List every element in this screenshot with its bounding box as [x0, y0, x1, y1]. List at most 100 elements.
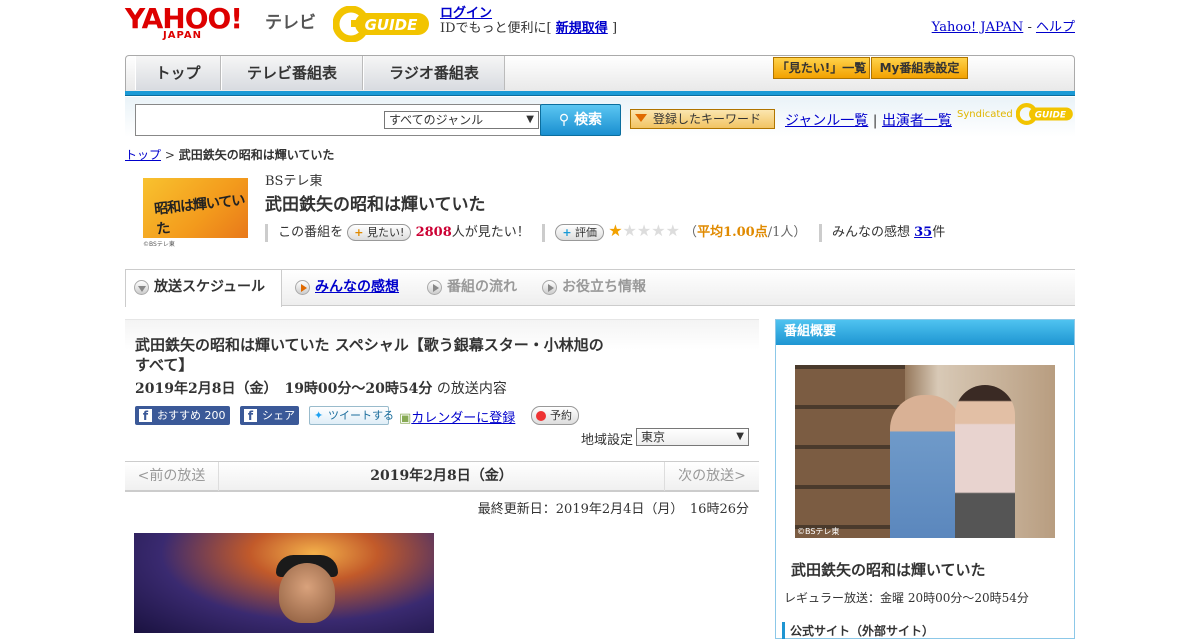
mitai-button[interactable]: + 見たい!	[347, 224, 412, 241]
thumbnail-caption: ©BSテレ東	[143, 241, 175, 248]
my-bangumi-button[interactable]: My番組表設定	[871, 57, 968, 79]
tab-useful-info-label: お役立ち情報	[562, 279, 646, 295]
reserve-label: 予約	[550, 409, 572, 422]
avg-open: （	[684, 225, 698, 240]
photo-bookshelf	[795, 365, 905, 538]
episode-title: 武田鉄矢の昭和は輝いていた スペシャル【歌う銀幕スター・小林旭のすべて】	[135, 336, 604, 374]
photo-face	[279, 563, 335, 623]
play-icon	[295, 280, 310, 295]
rating-stars: ★★★★★	[608, 221, 680, 240]
triangle-down-icon	[635, 114, 647, 122]
photo-cohost	[955, 385, 1015, 538]
site-header: YAHOO! JAPAN テレビ GUIDE ログイン IDでもっと便利に[ 新…	[125, 0, 1075, 52]
tab-schedule[interactable]: 放送スケジュール	[125, 270, 282, 307]
this-program-label: この番組を	[278, 225, 344, 240]
sidebar-photo-caption: ©BSテレ東	[797, 527, 840, 536]
tweet-button[interactable]: ✦ ツイートする	[309, 406, 394, 425]
dropdown-arrow-icon: ▼	[736, 431, 744, 442]
prev-broadcast-link[interactable]: <前の放送	[125, 462, 219, 491]
facebook-icon: f	[244, 409, 257, 423]
play-icon	[542, 280, 557, 295]
tab-reviews-label[interactable]: みんなの感想	[315, 279, 399, 295]
rate-button[interactable]: + 評価	[555, 224, 605, 241]
login-link[interactable]: ログイン	[440, 6, 492, 21]
mitai-list-button[interactable]: 「見たい!」一覧	[773, 57, 870, 79]
tab-tv-schedule[interactable]: テレビ番組表	[221, 56, 363, 90]
login-box: ログイン IDでもっと便利に[ 新規取得 ]	[440, 6, 617, 36]
chevron-down-icon	[134, 280, 149, 295]
record-icon	[536, 411, 546, 421]
star-icon: ★	[665, 221, 680, 240]
meta-divider	[265, 223, 268, 242]
yahoo-japan-label: JAPAN	[163, 30, 202, 41]
episode-date-suffix: の放送内容	[436, 381, 507, 397]
station-name: BSテレ東	[265, 174, 323, 189]
episode-main: 武田鉄矢の昭和は輝いていた スペシャル【歌う銀幕スター・小林旭のすべて】 201…	[125, 319, 759, 633]
avg-people: /1人）	[767, 225, 807, 240]
tab-radio-schedule[interactable]: ラジオ番組表	[363, 56, 505, 90]
sidebar-heading: 番組概要	[776, 320, 1074, 345]
mitai-count: 2808	[415, 225, 452, 240]
help-link[interactable]: ヘルプ	[1036, 20, 1075, 35]
episode-date-line: 2019年2月8日（金） 19時00分～20時54分 の放送内容	[135, 378, 507, 398]
mitai-button-label: 見たい!	[367, 226, 405, 239]
star-icon: ★	[636, 221, 652, 240]
calendar-link[interactable]: カレンダーに登録	[411, 411, 515, 426]
reserve-button[interactable]: 予約	[531, 406, 579, 425]
keyword-button[interactable]: 登録したキーワード	[630, 109, 775, 129]
broadcast-pager: <前の放送 2019年2月8日（金） 次の放送>	[125, 461, 759, 492]
twitter-icon: ✦	[314, 409, 324, 422]
search-button[interactable]: ⚲ 検索	[540, 104, 621, 136]
program-thumbnail-text: 昭和は輝いていた	[153, 192, 246, 238]
calendar-link-wrap: ▣カレンダーに登録	[399, 407, 515, 426]
sidebar-title: 武田鉄矢の昭和は輝いていた	[791, 561, 986, 579]
star-icon: ★	[608, 221, 623, 240]
fb-recommend-label: おすすめ 200	[157, 409, 226, 422]
header-sep: -	[1027, 20, 1032, 35]
genre-select[interactable]: すべてのジャンル ▼	[384, 111, 539, 129]
minna-count-link[interactable]: 35	[914, 225, 932, 240]
cast-list-link[interactable]: 出演者一覧	[882, 113, 952, 129]
avg-score: 平均1.00点	[697, 225, 768, 240]
program-meta: この番組を + 見たい! 2808人が見たい！ + 評価 ★★★★★ （平均1.…	[265, 221, 945, 242]
genre-list-link[interactable]: ジャンル一覧	[785, 113, 868, 129]
tab-schedule-label: 放送スケジュール	[154, 279, 266, 295]
tab-reviews[interactable]: みんなの感想	[287, 270, 412, 306]
meta-divider	[542, 223, 546, 242]
tab-flow-label: 番組の流れ	[447, 279, 517, 295]
program-thumbnail: 昭和は輝いていた	[143, 178, 248, 238]
tab-useful-info[interactable]: お役立ち情報	[534, 270, 664, 306]
episode-photo	[134, 533, 434, 633]
program-tabs: 放送スケジュール みんなの感想 番組の流れ お役立ち情報	[125, 269, 1075, 307]
yahoo-japan-link[interactable]: Yahoo! JAPAN	[932, 20, 1024, 35]
play-icon	[427, 280, 442, 295]
sidebar-photo: ©BSテレ東	[795, 365, 1055, 538]
star-icon: ★	[622, 221, 637, 240]
search-bar: すべてのジャンル ▼ ⚲ 検索 登録したキーワード ジャンル一覧 | 出演者一覧…	[125, 97, 1075, 137]
minna-label: みんなの感想	[831, 225, 910, 240]
sidebar-official-site[interactable]: 公式サイト（外部サイト）	[782, 622, 934, 639]
tab-top[interactable]: トップ	[135, 56, 221, 90]
breadcrumb-current: 武田鉄矢の昭和は輝いていた	[178, 148, 335, 162]
dropdown-arrow-icon: ▼	[526, 114, 534, 125]
gguide-logo-text: GUIDE	[365, 16, 419, 34]
plus-icon: +	[354, 226, 364, 239]
gguide-small-logo-text: GUIDE	[1035, 111, 1066, 121]
nav-accent-bar	[125, 91, 1075, 96]
fb-recommend-button[interactable]: f おすすめ 200	[135, 406, 230, 425]
next-broadcast-link[interactable]: 次の放送>	[664, 462, 759, 491]
facebook-icon: f	[139, 409, 152, 423]
signup-link[interactable]: 新規取得	[556, 21, 608, 36]
header-links: Yahoo! JAPAN - ヘルプ	[932, 16, 1075, 35]
tab-flow[interactable]: 番組の流れ	[419, 270, 529, 306]
program-title: 武田鉄矢の昭和は輝いていた	[265, 195, 486, 215]
fb-share-label: シェア	[262, 409, 295, 422]
meta-divider	[818, 223, 822, 242]
region-select[interactable]: 東京 ▼	[636, 428, 749, 446]
fb-share-button[interactable]: f シェア	[240, 406, 299, 425]
last-updated: 最終更新日：2019年2月4日（月） 16時26分	[477, 502, 749, 517]
rate-button-label: 評価	[575, 226, 598, 239]
gguide-logo[interactable]: GUIDE	[333, 6, 431, 42]
breadcrumb-top[interactable]: トップ	[125, 148, 161, 162]
star-icon: ★	[651, 221, 666, 240]
